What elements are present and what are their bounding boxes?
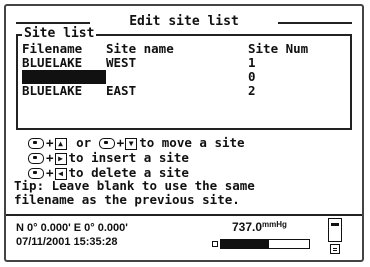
title-rule-left: [16, 22, 90, 24]
table-row-selected[interactable]: 0: [22, 70, 346, 84]
help-or-text: or: [76, 135, 92, 150]
help-move: + ▲ or + ▼ to move a site: [28, 136, 245, 150]
row-site-num: 0: [248, 69, 256, 84]
header-row: Filename Site name Site Num: [22, 42, 346, 56]
gps-coordinates: N 0° 0.000' E 0° 0.000': [16, 222, 128, 234]
col-filename-header: Filename: [22, 41, 83, 56]
tip-line-1: Tip: Leave blank to use the same: [14, 178, 255, 193]
row-site-name[interactable]: WEST: [106, 56, 216, 70]
row-site-num: 1: [248, 55, 256, 70]
screen-title: Edit site list: [129, 14, 239, 29]
tip-line-2: filename as the previous site.: [14, 192, 240, 207]
battery-icon: [328, 218, 342, 242]
up-arrow-icon: ▲: [54, 137, 67, 150]
help-insert: + ▶ to insert a site: [28, 151, 189, 165]
col-site-name-header: Site name: [106, 41, 174, 56]
level-bar: [220, 239, 310, 249]
right-arrow-icon: ▶: [54, 152, 67, 165]
level-bar-cap-icon: [212, 241, 218, 247]
date-time: 07/11/2001 15:35:28: [16, 236, 118, 248]
table-row[interactable]: BLUELAKE EAST 2: [22, 84, 346, 98]
key-icon: [28, 138, 44, 149]
table-row[interactable]: BLUELAKE WEST 1: [22, 56, 346, 70]
pressure-value: 737.0: [232, 220, 263, 234]
memory-icon: [330, 244, 340, 254]
row-site-num: 2: [248, 83, 256, 98]
level-bar-fill: [221, 240, 270, 248]
site-list-group: Site list Filename Site name Site Num BL…: [16, 26, 352, 130]
row-filename[interactable]: BLUELAKE: [22, 56, 106, 70]
pressure-unit: mmHg: [262, 220, 287, 229]
down-arrow-icon: ▼: [125, 137, 138, 150]
key-icon: [28, 153, 44, 164]
site-list-title: Site list: [22, 26, 97, 41]
row-site-name[interactable]: EAST: [106, 84, 216, 98]
status-divider: [6, 214, 362, 216]
help-insert-text: to insert a site: [68, 150, 189, 165]
help-move-text: to move a site: [139, 135, 245, 150]
barometric-pressure: 737.0mmHg: [232, 220, 287, 234]
key-icon: [98, 138, 115, 149]
row-filename[interactable]: BLUELAKE: [22, 84, 106, 98]
row-filename-cursor[interactable]: [22, 70, 106, 84]
title-rule-right: [278, 22, 352, 24]
device-screen: Edit site list Site list Filename Site n…: [4, 4, 364, 262]
col-site-num-header: Site Num: [248, 41, 309, 56]
